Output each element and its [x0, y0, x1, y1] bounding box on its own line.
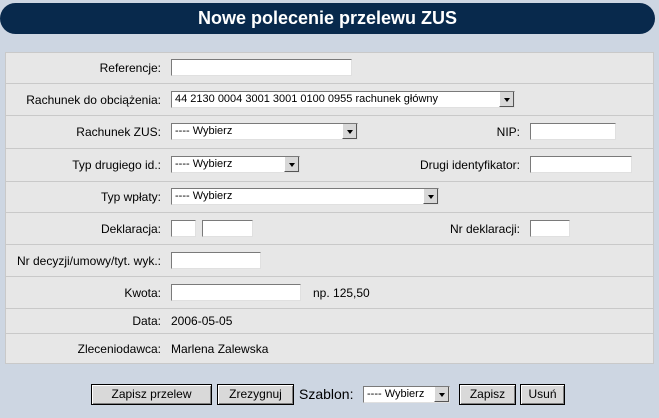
row-rachunek-zus: Rachunek ZUS: ---- Wybierz NIP: — [6, 116, 653, 148]
deklaracja-month-input[interactable] — [171, 220, 196, 237]
deklaracja-label: Deklaracja: — [100, 221, 161, 236]
typ-wplaty-select[interactable]: ---- Wybierz — [171, 188, 439, 205]
referencje-input[interactable] — [171, 59, 352, 76]
template-label: Szablon: — [299, 386, 354, 402]
kwota-label: Kwota: — [124, 285, 161, 300]
rachunek-zus-select[interactable]: ---- Wybierz — [171, 123, 358, 140]
dropdown-arrow-icon — [423, 189, 438, 204]
typ-drugiego-id-label: Typ drugiego id.: — [72, 158, 161, 172]
row-referencje: Referencje: — [6, 53, 653, 83]
deklaracja-year-input[interactable] — [202, 220, 253, 237]
row-zleceniodawca: Zleceniodawca: Marlena Zalewska — [6, 334, 653, 363]
row-data: Data: 2006-05-05 — [6, 309, 653, 333]
nip-label: NIP: — [496, 125, 520, 139]
row-typ-wplaty: Typ wpłaty: ---- Wybierz — [6, 182, 653, 212]
data-value: 2006-05-05 — [171, 314, 233, 328]
row-typ-drugiego-id: Typ drugiego id.: ---- Wybierz Drugi ide… — [6, 149, 653, 181]
rachunek-obciazenia-value: 44 2130 0004 3001 3001 0100 0955 rachune… — [175, 93, 439, 105]
transfer-form: Referencje: Rachunek do obciążenia: 44 2… — [5, 52, 654, 364]
nr-deklaracji-input[interactable] — [530, 220, 570, 237]
save-template-button[interactable]: Zapisz — [459, 384, 516, 405]
nr-decyzji-label: Nr decyzji/umowy/tyt. wyk.: — [16, 253, 161, 268]
cancel-button[interactable]: Zrezygnuj — [217, 384, 294, 405]
save-transfer-button[interactable]: Zapisz przelew — [91, 384, 212, 405]
referencje-label: Referencje: — [99, 61, 161, 75]
typ-drugiego-id-value: ---- Wybierz — [175, 158, 233, 170]
dropdown-arrow-icon — [284, 157, 299, 172]
typ-wplaty-label: Typ wpłaty: — [100, 190, 161, 204]
kwota-input[interactable] — [171, 284, 301, 301]
zleceniodawca-label: Zleceniodawca: — [77, 341, 161, 356]
template-select[interactable]: ---- Wybierz — [363, 386, 450, 403]
template-select-value: ---- Wybierz — [367, 388, 425, 400]
data-label: Data: — [132, 314, 161, 328]
drugi-identyfikator-input[interactable] — [530, 156, 632, 173]
nr-decyzji-input[interactable] — [171, 252, 261, 269]
typ-wplaty-value: ---- Wybierz — [175, 190, 233, 202]
page-title: Nowe polecenie przelewu ZUS — [0, 3, 655, 34]
row-kwota: Kwota: np. 125,50 — [6, 277, 653, 308]
dropdown-arrow-icon — [499, 92, 514, 107]
rachunek-obciazenia-select[interactable]: 44 2130 0004 3001 3001 0100 0955 rachune… — [171, 91, 515, 108]
drugi-identyfikator-label: Drugi identyfikator: — [419, 158, 520, 172]
nip-input[interactable] — [530, 123, 616, 140]
rachunek-zus-value: ---- Wybierz — [175, 125, 233, 137]
row-deklaracja: Deklaracja: Nr deklaracji: — [6, 213, 653, 244]
nr-deklaracji-label: Nr deklaracji: — [449, 221, 520, 236]
dropdown-arrow-icon — [434, 387, 449, 402]
delete-template-button[interactable]: Usuń — [520, 384, 565, 405]
rachunek-zus-label: Rachunek ZUS: — [76, 125, 161, 139]
zleceniodawca-value: Marlena Zalewska — [171, 341, 269, 356]
typ-drugiego-id-select[interactable]: ---- Wybierz — [171, 156, 300, 173]
rachunek-obciazenia-label: Rachunek do obciążenia: — [26, 92, 161, 107]
dropdown-arrow-icon — [342, 124, 357, 139]
row-rachunek-obciazenia: Rachunek do obciążenia: 44 2130 0004 300… — [6, 84, 653, 115]
kwota-hint: np. 125,50 — [313, 285, 370, 300]
row-nr-decyzji: Nr decyzji/umowy/tyt. wyk.: — [6, 245, 653, 276]
